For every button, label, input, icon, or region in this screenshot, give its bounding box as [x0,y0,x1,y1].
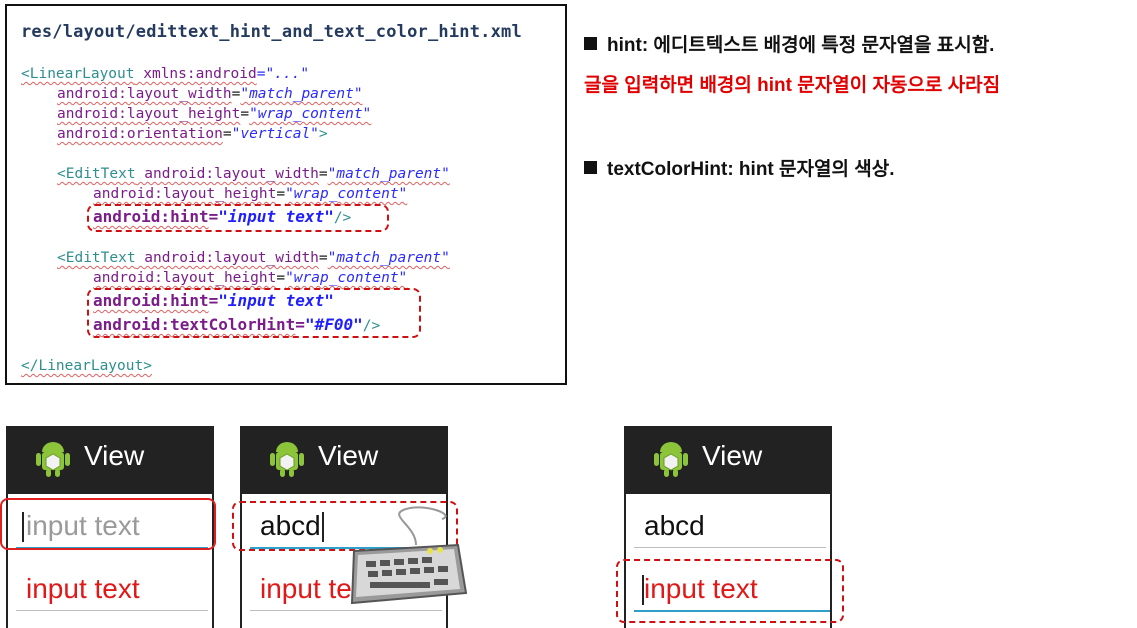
focus-highlight-3 [616,559,844,623]
action-bar: View [626,426,830,494]
app-title: View [84,440,145,471]
code-line-3: android:layout_height="wrap_content" [57,106,372,122]
code-line-12: </LinearLayout> [21,358,152,374]
edittext-2-hint[interactable]: input text [26,573,140,605]
edittext-1-value[interactable]: abcd [644,510,705,542]
bullet-square-icon [584,161,597,174]
note-hint-disappears: 글을 입력하면 배경의 hint 문자열이 자동으로 사라짐 [584,75,1001,96]
code-filename: res/layout/edittext_hint_and_text_color_… [21,22,522,42]
bullet-square-icon [584,37,597,50]
code-line-9: android:layout_height="wrap_content" [93,270,408,286]
code-line-4: android:orientation="vertical"> [57,126,328,142]
code-line-8: <EditText android:layout_width="match_pa… [57,250,450,266]
edittext-1-underline [634,547,826,548]
keyboard-icon [350,506,468,605]
app-title: View [318,440,379,471]
edittext-2-underline [16,610,208,611]
action-bar: View [8,426,212,494]
note-hint: hint: 에디트텍스트 배경에 특정 문자열을 표시함. [584,30,994,57]
android-icon [36,442,70,477]
focus-highlight-1 [0,498,216,550]
code-line-2: android:layout_width="match_parent" [57,86,363,102]
code-panel: res/layout/edittext_hint_and_text_color_… [5,4,567,385]
action-bar: View [242,426,446,494]
code-line-1: <LinearLayout xmlns:android="..." [21,66,310,82]
android-icon [270,442,304,477]
app-title: View [702,440,763,471]
note-textcolorhint: textColorHint: hint 문자열의 색상. [584,154,894,181]
edittext-2-hint[interactable]: input te [260,573,352,605]
code-line-6: android:layout_height="wrap_content" [93,186,408,202]
highlight-hint-color-box [87,288,421,338]
highlight-hint-box [87,204,389,232]
android-icon [654,442,688,477]
code-line-5: <EditText android:layout_width="match_pa… [57,166,450,182]
